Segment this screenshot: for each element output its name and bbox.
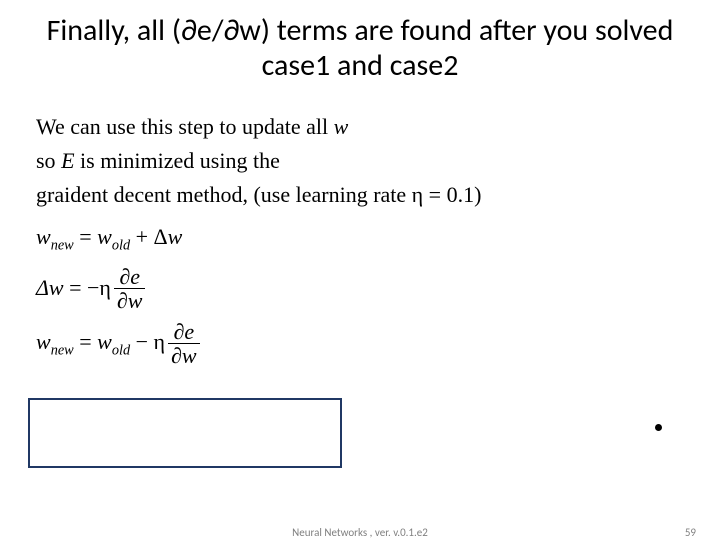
slide: Finally, all (∂e/∂w) terms are found aft…	[0, 0, 720, 540]
footer-center-text: Neural Networks , ver. v.0.1.e2	[0, 526, 720, 539]
sub-new: new	[51, 343, 74, 359]
var-E: E	[61, 148, 74, 173]
frac-den: ∂w	[114, 288, 146, 312]
minus-eta: − η	[130, 329, 165, 354]
sub-new: new	[51, 238, 74, 254]
body-line-2: so E is minimized using the	[36, 144, 676, 178]
text: )	[474, 182, 481, 207]
highlight-box	[28, 398, 342, 468]
equation-2: Δw = −η ∂e ∂w	[36, 265, 676, 312]
learning-rate-value: 0.1	[447, 182, 475, 207]
sub-old: old	[112, 343, 130, 359]
text: so	[36, 148, 61, 173]
var-w: w	[36, 224, 51, 249]
frac-den: ∂w	[168, 343, 200, 367]
frac-num: ∂e	[168, 320, 200, 343]
slide-title: Finally, all (∂e/∂w) terms are found aft…	[0, 0, 720, 83]
eq-sign: =	[74, 224, 97, 249]
var-w: w	[334, 114, 349, 139]
fraction-de-dw: ∂e ∂w	[114, 265, 146, 312]
text: We can use this step to update all	[36, 114, 334, 139]
sub-old: old	[112, 238, 130, 254]
text: is minimized using the	[75, 148, 280, 173]
eq-neg-eta: = −η	[64, 275, 111, 300]
bullet-icon	[655, 424, 662, 431]
frac-num: ∂e	[114, 265, 146, 288]
page-number: 59	[685, 526, 696, 539]
body-line-1: We can use this step to update all w	[36, 110, 676, 144]
text: graident decent method, (use learning ra…	[36, 182, 447, 207]
eq-sign: =	[74, 329, 97, 354]
var-w: w	[168, 224, 183, 249]
slide-body: We can use this step to update all w so …	[36, 110, 676, 367]
body-line-3: graident decent method, (use learning ra…	[36, 178, 676, 212]
var-w: w	[97, 224, 112, 249]
var-w: w	[97, 329, 112, 354]
fraction-de-dw: ∂e ∂w	[168, 320, 200, 367]
delta-w: Δw	[36, 275, 64, 300]
var-w: w	[36, 329, 51, 354]
plus-delta: + Δ	[130, 224, 168, 249]
equation-1: wnew = wold + Δw	[36, 220, 676, 257]
equation-3: wnew = wold − η ∂e ∂w	[36, 320, 676, 367]
